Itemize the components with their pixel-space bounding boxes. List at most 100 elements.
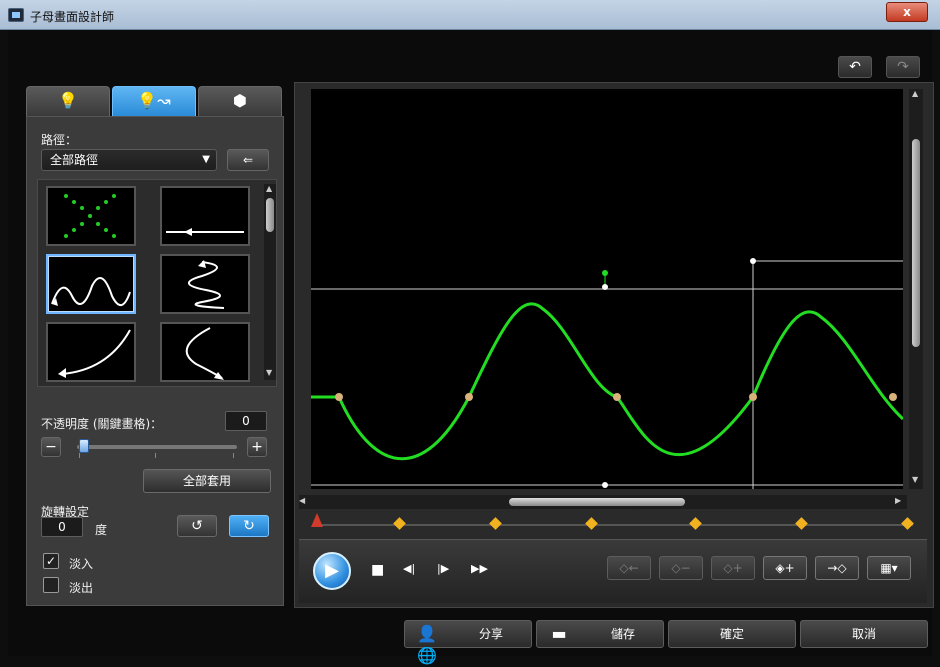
keyframe-add-button[interactable]: ◇+ [711, 556, 755, 580]
rotation-value[interactable]: 0 [41, 517, 83, 537]
fast-forward-button[interactable]: ▶▶ [471, 562, 488, 575]
save-label: 儲存 [610, 627, 635, 641]
tab-light[interactable]: 💡 [26, 86, 110, 116]
view-options-button[interactable]: ▦▾ [867, 556, 911, 580]
path-thumb-wave[interactable] [46, 254, 136, 314]
thumbnail-scrollbar[interactable]: ▲ ▼ [264, 184, 276, 380]
scroll-up-icon[interactable]: ▲ [266, 184, 272, 193]
save-template-icon: ▬ [551, 624, 567, 643]
redo-button[interactable]: ↷ [886, 56, 920, 78]
keyframe-marker[interactable] [901, 517, 914, 530]
opacity-minus-button[interactable]: − [41, 437, 61, 457]
keyframe-timeline[interactable] [299, 513, 927, 537]
path-node[interactable] [613, 393, 621, 401]
path-node[interactable] [889, 393, 897, 401]
app-icon [8, 8, 24, 22]
bounding-handle-bottom[interactable] [602, 482, 608, 488]
thumbnail-scroll-thumb[interactable] [266, 198, 274, 232]
slider-tick [155, 453, 156, 458]
left-panel: 💡 💡↝ ⬢ 路徑： 全部路徑 ▼ ⇐ ▲ ▼ 不透明度 (關鍵畫格)： 0 −… [26, 86, 284, 606]
play-button[interactable]: ▶ [313, 552, 351, 590]
curve-path-icon [58, 329, 131, 378]
fade-out-checkbox[interactable] [43, 577, 59, 593]
window-title: 子母畫面設計師 [30, 10, 115, 24]
preview-canvas[interactable] [311, 89, 905, 489]
share-globe-icon: 👤🌐 [417, 624, 437, 665]
path-node[interactable] [465, 393, 473, 401]
save-button[interactable]: ▬ 儲存 [536, 620, 664, 648]
opacity-plus-button[interactable]: + [247, 437, 267, 457]
keyframe-prev-button[interactable]: ◇← [607, 556, 651, 580]
scroll-down-icon[interactable]: ▼ [912, 475, 918, 484]
keyframe-next-button[interactable]: →◇ [815, 556, 859, 580]
path-thumb-line[interactable] [160, 186, 250, 246]
canvas-vscrollbar[interactable]: ▲ ▼ [909, 89, 923, 489]
stop-button[interactable]: ■ [371, 562, 384, 578]
undo-button[interactable]: ↶ [838, 56, 872, 78]
canvas-vscroll-thumb[interactable] [912, 139, 920, 347]
keyframe-marker[interactable] [489, 517, 502, 530]
horizontal-path-icon [166, 228, 244, 236]
scroll-left-icon[interactable]: ◀ [299, 496, 305, 505]
keyframe-marker[interactable] [393, 517, 406, 530]
rotate-cw-button[interactable]: ↻ [229, 515, 269, 537]
opacity-slider-handle[interactable] [79, 439, 89, 453]
fade-out-label: 淡出 [69, 581, 94, 595]
wave-path-icon [51, 277, 131, 306]
scroll-down-icon[interactable]: ▼ [266, 368, 272, 377]
rotation-unit: 度 [95, 523, 108, 537]
cancel-button[interactable]: 取消 [800, 620, 928, 648]
keyframe-marker[interactable] [689, 517, 702, 530]
path-thumb-zigzag[interactable] [160, 254, 250, 314]
slider-tick [233, 453, 234, 458]
chevron-down-icon: ▼ [202, 154, 210, 165]
bounding-handle-top[interactable] [602, 284, 608, 290]
ok-button[interactable]: 確定 [668, 620, 796, 648]
keyframe-marker[interactable] [585, 517, 598, 530]
fade-in-checkbox[interactable]: ✓ [43, 553, 59, 569]
cross-path-icon [64, 194, 116, 238]
share-button[interactable]: 👤🌐 分享 [404, 620, 532, 665]
tab-bar: 💡 💡↝ ⬢ [26, 86, 284, 116]
path-dropdown-value: 全部路徑 [50, 153, 99, 167]
previous-frame-button[interactable]: ◀| [403, 562, 415, 575]
path-thumbnail-grid: ▲ ▼ [37, 179, 277, 387]
path-node[interactable] [335, 393, 343, 401]
canvas-hscroll-thumb[interactable] [509, 498, 685, 506]
keyframe-remove-button[interactable]: ◇− [659, 556, 703, 580]
path-thumb-curve[interactable] [46, 322, 136, 382]
keyframe-marker[interactable] [795, 517, 808, 530]
path-thumb-hook[interactable] [160, 322, 250, 382]
opacity-label: 不透明度 (關鍵畫格)： [41, 417, 163, 431]
tab-mask[interactable]: ⬢ [198, 86, 282, 116]
apply-all-button[interactable]: 全部套用 [143, 469, 271, 493]
slider-tick [79, 453, 80, 458]
rotate-ccw-button[interactable]: ↺ [177, 515, 217, 537]
lightbulb-icon: 💡 [58, 91, 78, 110]
path-dropdown[interactable]: 全部路徑 ▼ [41, 149, 217, 171]
fade-in-label: 淡入 [69, 557, 94, 571]
import-path-button[interactable]: ⇐ [227, 149, 269, 171]
scroll-up-icon[interactable]: ▲ [912, 89, 918, 98]
path-node[interactable] [749, 393, 757, 401]
timeline-playhead[interactable] [311, 513, 323, 527]
hook-path-icon [185, 327, 224, 380]
tab-light-path[interactable]: 💡↝ [112, 86, 196, 116]
opacity-value[interactable]: 0 [225, 411, 267, 431]
zigzag-path-icon [188, 260, 225, 309]
lightbulb-path-icon: 💡↝ [137, 91, 171, 110]
next-frame-button[interactable]: |▶ [437, 562, 449, 575]
keyframe-duplicate-button[interactable]: ◈+ [763, 556, 807, 580]
preview-panel: ▲ ▼ ◀ ▶ ▶ ■ ◀| |▶ ▶▶ ◇← ◇− ◇+ ◈+ →◇ ▦▾ [294, 82, 934, 608]
opacity-slider-track[interactable] [77, 445, 237, 449]
scroll-right-icon[interactable]: ▶ [895, 496, 901, 505]
bounding-handle-corner[interactable] [750, 258, 756, 264]
motion-curve[interactable] [311, 302, 905, 460]
canvas-hscrollbar[interactable]: ◀ ▶ [299, 495, 907, 509]
path-label: 路徑： [41, 133, 78, 147]
path-thumb-cross[interactable] [46, 186, 136, 246]
path-panel: 路徑： 全部路徑 ▼ ⇐ ▲ ▼ 不透明度 (關鍵畫格)： 0 − + 全部套用… [26, 116, 284, 606]
close-button[interactable]: x [886, 2, 928, 22]
mask-icon: ⬢ [233, 91, 247, 110]
title-bar: 子母畫面設計師 x [0, 0, 940, 30]
